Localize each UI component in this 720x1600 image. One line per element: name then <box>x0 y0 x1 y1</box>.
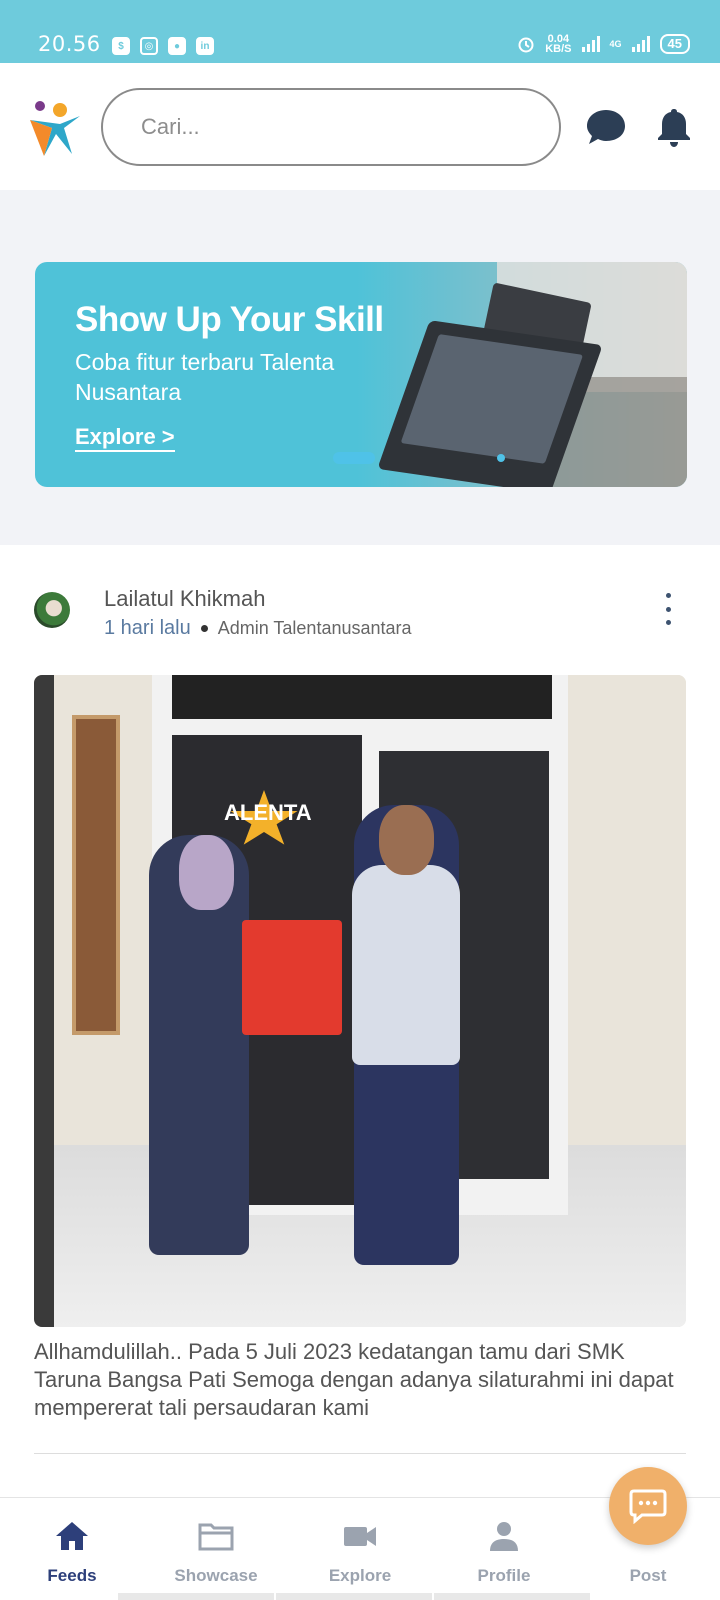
post-caption: Allhamdulillah.. Pada 5 Juli 2023 kedata… <box>34 1339 674 1420</box>
feed-post: Lailatul Khikmah 1 hari lalu Admin Talen… <box>0 545 720 1600</box>
video-icon <box>344 1527 376 1546</box>
nav-divider <box>434 1593 590 1600</box>
home-icon <box>56 1522 88 1550</box>
more-options-icon[interactable] <box>660 593 676 625</box>
signal-4g-icon <box>631 36 650 52</box>
app-header <box>0 63 720 190</box>
network-type: 4G <box>609 39 622 49</box>
status-time: 20.56 <box>38 32 101 56</box>
nav-showcase[interactable]: Showcase <box>144 1498 288 1600</box>
post-divider <box>34 1453 686 1454</box>
message-app-icon: ● <box>168 37 186 55</box>
carousel-indicator[interactable] <box>497 454 505 462</box>
post-meta: 1 hari lalu Admin Talentanusantara <box>104 617 412 640</box>
post-fab-button[interactable] <box>609 1467 687 1545</box>
nav-profile[interactable]: Profile <box>432 1498 576 1600</box>
shopping-bag-icon: $ <box>112 37 130 55</box>
search-input[interactable] <box>141 114 521 140</box>
photo-sign-text: ALENTA <box>224 800 312 825</box>
battery-icon: 45 <box>659 34 690 54</box>
nav-feeds[interactable]: Feeds <box>0 1498 144 1600</box>
banner-subtitle: Coba fitur terbaru Talenta Nusantara <box>75 349 335 405</box>
separator-dot <box>200 625 208 632</box>
nav-divider <box>118 1593 274 1600</box>
search-field[interactable] <box>101 88 561 166</box>
post-author-role: Admin Talentanusantara <box>217 618 412 638</box>
banner-explore-link[interactable]: Explore > <box>75 424 175 452</box>
linkedin-icon: in <box>196 37 214 55</box>
chat-bubble-icon <box>629 1489 667 1524</box>
signal-icon <box>581 36 600 52</box>
post-image[interactable]: ALENTA <box>34 675 686 1327</box>
system-icons: 0.04 KB/S 4G 45 <box>517 33 690 55</box>
chat-icon[interactable] <box>586 108 626 146</box>
banner-headline: Show Up Your Skill <box>75 300 384 339</box>
status-bar: 20.56 $ ◎ ● in 0.04 KB/S 4G 45 <box>0 0 720 63</box>
avatar[interactable] <box>34 592 70 628</box>
notification-icons: $ ◎ ● in <box>112 37 214 55</box>
app-logo <box>30 101 80 156</box>
carousel-indicator-active[interactable] <box>333 452 375 464</box>
nav-explore[interactable]: Explore <box>288 1498 432 1600</box>
promo-banner[interactable]: Show Up Your Skill Coba fitur terbaru Ta… <box>35 262 687 487</box>
instagram-icon: ◎ <box>140 37 158 55</box>
post-author[interactable]: Lailatul Khikmah <box>104 586 265 612</box>
alarm-icon <box>518 37 534 53</box>
folder-icon <box>198 1523 234 1551</box>
data-speed: 0.04 KB/S <box>545 33 572 55</box>
person-icon <box>490 1522 518 1551</box>
post-time: 1 hari lalu <box>104 617 191 639</box>
bell-icon[interactable] <box>656 107 692 147</box>
nav-divider <box>276 1593 432 1600</box>
